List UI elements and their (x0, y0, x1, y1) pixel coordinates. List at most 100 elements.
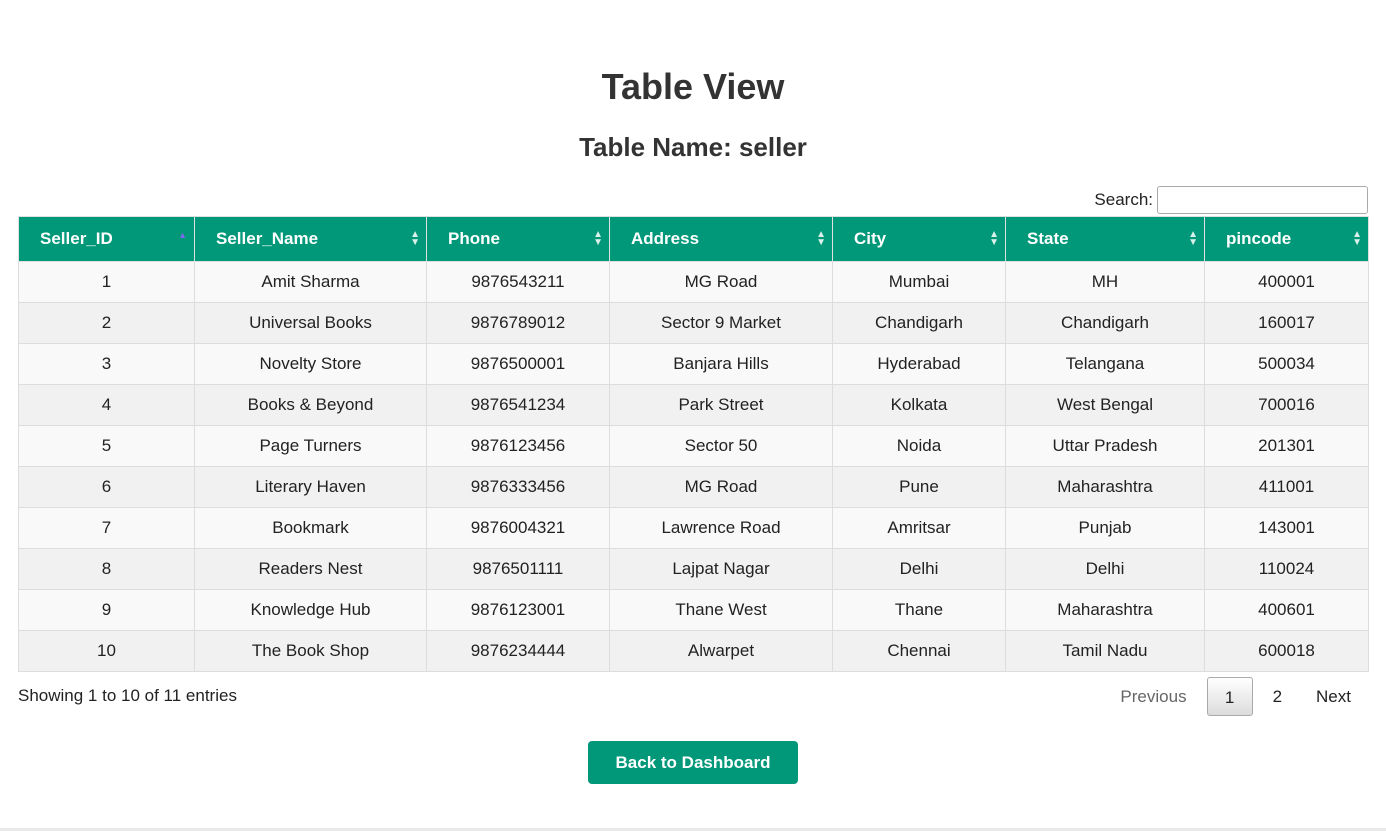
table-cell: 143001 (1204, 507, 1369, 549)
table-cell: Knowledge Hub (194, 589, 427, 631)
column-header-address[interactable]: Address ▲ ▼ (609, 216, 833, 262)
table-cell: Sector 50 (609, 425, 833, 467)
table-row: 1 Amit Sharma 9876543211 MG Road Mumbai … (18, 261, 1369, 303)
table-cell: Delhi (832, 548, 1006, 590)
table-cell: 9876543211 (426, 261, 610, 303)
table-cell: Lawrence Road (609, 507, 833, 549)
search-label: Search: (1094, 190, 1153, 209)
table-cell: Hyderabad (832, 343, 1006, 385)
column-header-label: State (1027, 229, 1069, 248)
page-button-2[interactable]: 2 (1253, 677, 1302, 716)
table-cell: 600018 (1204, 630, 1369, 672)
table-cell: Thane (832, 589, 1006, 631)
table-cell: Alwarpet (609, 630, 833, 672)
column-header-label: Seller_ID (40, 229, 113, 248)
table-cell: 110024 (1204, 548, 1369, 590)
table-cell: 9 (18, 589, 195, 631)
table-row: 3 Novelty Store 9876500001 Banjara Hills… (18, 343, 1369, 385)
column-header-label: Address (631, 229, 700, 248)
page: Table View Table Name: seller Search: Se… (0, 0, 1386, 831)
table-cell: 9876789012 (426, 302, 610, 344)
table-cell: Maharashtra (1005, 589, 1205, 631)
table-cell: Chandigarh (1005, 302, 1205, 344)
table-cell: Thane West (609, 589, 833, 631)
table-row: 4 Books & Beyond 9876541234 Park Street … (18, 384, 1369, 426)
table-cell: 3 (18, 343, 195, 385)
sort-icon: ▲ ▼ (989, 229, 999, 248)
table-cell: 7 (18, 507, 195, 549)
table-cell: 4 (18, 384, 195, 426)
table-cell: MG Road (609, 261, 833, 303)
next-page-button[interactable]: Next (1302, 677, 1367, 716)
table-cell: Maharashtra (1005, 466, 1205, 508)
table-row: 8 Readers Nest 9876501111 Lajpat Nagar D… (18, 548, 1369, 590)
table-cell: MH (1005, 261, 1205, 303)
table-cell: Universal Books (194, 302, 427, 344)
table-cell: 500034 (1204, 343, 1369, 385)
table-cell: 2 (18, 302, 195, 344)
table-cell: Readers Nest (194, 548, 427, 590)
sort-ascending-icon: ▲ (178, 230, 187, 240)
table-cell: 400001 (1204, 261, 1369, 303)
table-cell: 9876500001 (426, 343, 610, 385)
table-info: Showing 1 to 10 of 11 entries (18, 686, 237, 705)
table-row: 2 Universal Books 9876789012 Sector 9 Ma… (18, 302, 1369, 344)
table-cell: 9876123001 (426, 589, 610, 631)
table-row: 7 Bookmark 9876004321 Lawrence Road Amri… (18, 507, 1369, 549)
table-cell: Chandigarh (832, 302, 1006, 344)
table-cell: Sector 9 Market (609, 302, 833, 344)
table-name-heading: Table Name: seller (579, 132, 807, 162)
sort-icon: ▲ ▼ (1352, 229, 1362, 248)
previous-page-button[interactable]: Previous (1106, 677, 1206, 716)
table-cell: MG Road (609, 466, 833, 508)
table-cell: Banjara Hills (609, 343, 833, 385)
table-cell: Amritsar (832, 507, 1006, 549)
table-cell: Tamil Nadu (1005, 630, 1205, 672)
table-cell: 6 (18, 466, 195, 508)
table-cell: 8 (18, 548, 195, 590)
table-cell: Uttar Pradesh (1005, 425, 1205, 467)
table-cell: Bookmark (194, 507, 427, 549)
back-to-dashboard-button[interactable]: Back to Dashboard (588, 741, 798, 784)
column-header-city[interactable]: City ▲ ▼ (832, 216, 1006, 262)
table-cell: Punjab (1005, 507, 1205, 549)
column-header-state[interactable]: State ▲ ▼ (1005, 216, 1205, 262)
table-cell: Novelty Store (194, 343, 427, 385)
table-cell: 5 (18, 425, 195, 467)
table-cell: 160017 (1204, 302, 1369, 344)
column-header-pincode[interactable]: pincode ▲ ▼ (1204, 216, 1369, 262)
sort-icon: ▲ ▼ (593, 229, 603, 248)
column-header-label: City (854, 229, 887, 248)
table-cell: Lajpat Nagar (609, 548, 833, 590)
table-cell: West Bengal (1005, 384, 1205, 426)
table-cell: 9876333456 (426, 466, 610, 508)
table-row: 6 Literary Haven 9876333456 MG Road Pune… (18, 466, 1369, 508)
table-cell: Delhi (1005, 548, 1205, 590)
table-row: 9 Knowledge Hub 9876123001 Thane West Th… (18, 589, 1369, 631)
column-header-seller-name[interactable]: Seller_Name ▲ ▼ (194, 216, 427, 262)
column-header-label: pincode (1226, 229, 1292, 248)
search-input[interactable] (1157, 186, 1368, 214)
table-cell: 201301 (1204, 425, 1369, 467)
column-header-seller-id[interactable]: Seller_ID ▲ (18, 216, 195, 262)
table-cell: The Book Shop (194, 630, 427, 672)
column-header-label: Phone (448, 229, 500, 248)
table-cell: 9876501111 (426, 548, 610, 590)
table-cell: 9876541234 (426, 384, 610, 426)
search-area: Search: (1094, 186, 1368, 214)
pagination: Previous 1 2 Next (1106, 677, 1367, 716)
table-row: 5 Page Turners 9876123456 Sector 50 Noid… (18, 425, 1369, 467)
sort-icon: ▲ ▼ (1188, 229, 1198, 248)
table-cell: Books & Beyond (194, 384, 427, 426)
seller-table: Seller_ID ▲ Seller_Name ▲ ▼ Phone ▲ ▼ Addr… (18, 216, 1369, 672)
table-cell: Noida (832, 425, 1006, 467)
column-header-label: Seller_Name (216, 229, 319, 248)
column-header-phone[interactable]: Phone ▲ ▼ (426, 216, 610, 262)
table-cell: 9876004321 (426, 507, 610, 549)
table-cell: Kolkata (832, 384, 1006, 426)
table-cell: 9876234444 (426, 630, 610, 672)
header-row: Seller_ID ▲ Seller_Name ▲ ▼ Phone ▲ ▼ Addr… (18, 216, 1369, 262)
page-button-1[interactable]: 1 (1206, 677, 1253, 716)
sort-icon: ▲ ▼ (410, 229, 420, 248)
table-cell: Telangana (1005, 343, 1205, 385)
